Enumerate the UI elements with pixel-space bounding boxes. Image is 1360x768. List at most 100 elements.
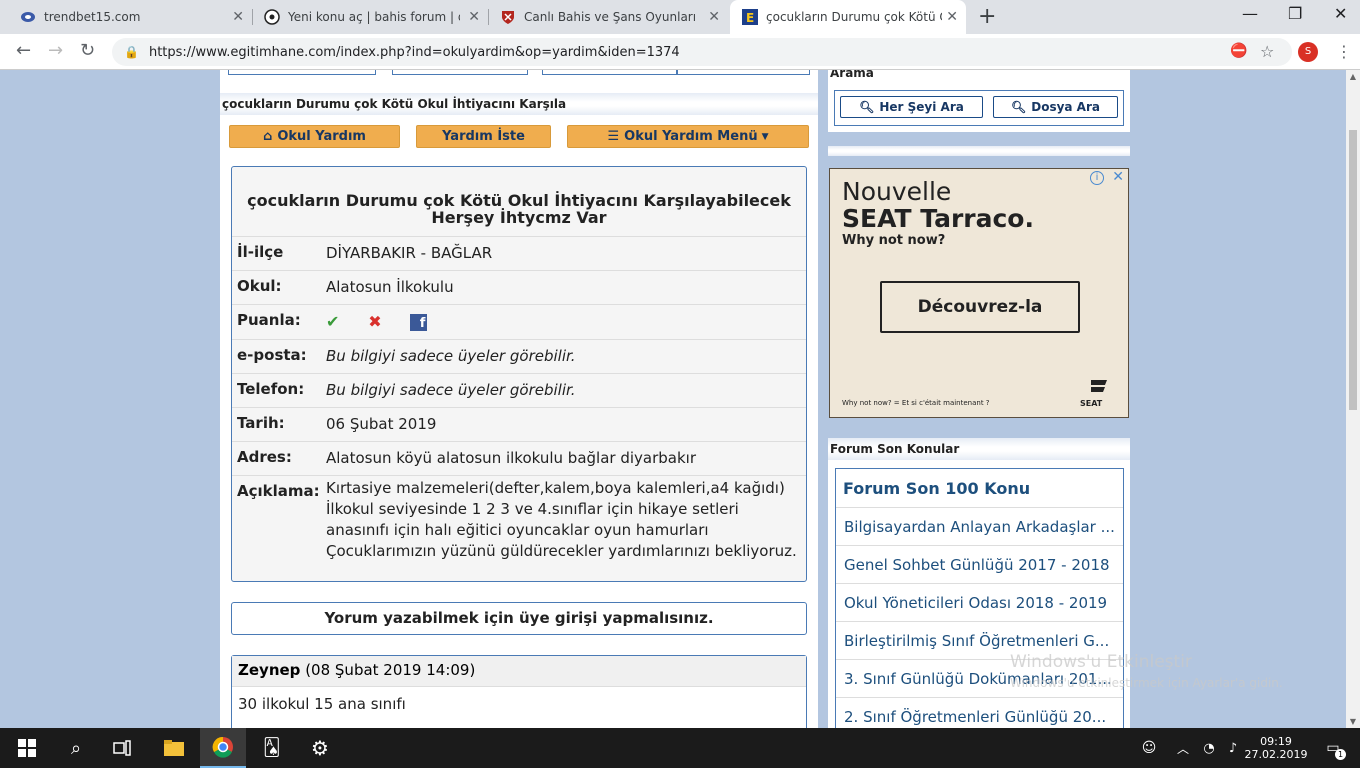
address-bar[interactable]: 🔒 https://www.egitimhane.com/index.php?i… [112,38,1292,66]
egitimhane-favicon-icon: E [742,9,758,25]
request-card: çocukların Durumu çok Kötü Okul İhtiyacı… [231,166,807,582]
watermark-subtitle: Windows'u etkinleştirmek için Ayarlar'a … [1010,676,1283,690]
back-button[interactable]: ← [16,40,31,61]
row-label: Tarih: [237,414,285,432]
restore-button[interactable]: ❐ [1288,4,1302,23]
search-all-button[interactable]: 🔍︎ Her Şeyi Ara [840,96,983,118]
main-column: çocukların Durumu çok Kötü Okul İhtiyacı… [220,70,818,728]
minimize-button[interactable]: — [1242,4,1258,23]
row-value: Kırtasiye malzemeleri(defter,kalem,boya … [326,479,797,560]
comment-header: Zeynep (08 Şubat 2019 14:09) [232,656,806,687]
okul-yardim-button[interactable]: ⌂ Okul Yardım [229,125,400,148]
chevron-up-icon[interactable]: ︿ [1172,728,1194,768]
row-label: e-posta: [237,346,307,364]
tab-strip: trendbet15.com ✕ Yeni konu aç | bahis fo… [0,0,1360,34]
login-notice: Yorum yazabilmek için üye girişi yapmalı… [231,602,807,635]
ad-line2: SEAT Tarraco. [842,204,1034,233]
top-button-stub[interactable] [228,70,376,75]
forward-button[interactable]: → [48,40,63,61]
comment-date: (08 Şubat 2019 14:09) [305,661,476,679]
windows-start-icon[interactable] [8,728,46,768]
search-icon[interactable]: ⌕ [58,728,94,768]
forum-link[interactable]: 2. Sınıf Öğretmenleri Günlüğü 20... [836,697,1123,728]
search-title: Arama [830,70,874,80]
tab-title: trendbet15.com [44,10,141,24]
search-file-button[interactable]: 🔍︎ Dosya Ara [993,96,1118,118]
close-tab-icon[interactable]: ✕ [468,9,480,25]
facebook-icon[interactable]: f [410,314,428,331]
yardim-iste-button[interactable]: Yardım İste [416,125,551,148]
browser-toolbar: ← → ↻ 🔒 https://www.egitimhane.com/index… [0,34,1360,70]
tab-egitimhane[interactable]: E çocukların Durumu çok Kötü Oku ✕ [730,0,966,34]
blocked-popup-icon[interactable]: ⛔ [1230,43,1247,59]
forum-header: Forum Son 100 Konu [843,479,1031,498]
task-view-icon[interactable] [104,728,140,768]
tab-trendbet[interactable]: trendbet15.com ✕ [8,0,252,34]
top-button-stub[interactable] [392,70,528,75]
top-button-stub[interactable] [542,70,678,75]
profile-avatar[interactable]: S [1298,42,1318,62]
network-icon[interactable]: ◔ [1198,728,1220,768]
taskbar: ⌕ 🂡 ⚙ ☺ ︿ ◔ ♪ 09:19 27.02.2019 ▭ 1 [0,728,1360,768]
seat-advertisement[interactable]: i ✕ Nouvelle SEAT Tarraco. Why not now? … [829,168,1129,418]
soccer-ball-icon [264,9,280,25]
close-window-button[interactable]: ✕ [1334,4,1347,23]
volume-icon[interactable]: ♪ [1222,728,1244,768]
forum-link[interactable]: Okul Yöneticileri Odası 2018 - 2019 [836,583,1123,621]
check-icon[interactable]: ✔ [326,312,339,331]
row-label: Açıklama: [237,482,320,500]
scrollbar-thumb[interactable] [1349,130,1357,410]
row-value: Bu bilgiyi sadece üyeler görebilir. [326,381,576,399]
clock[interactable]: 09:19 27.02.2019 [1245,728,1308,768]
row-label: İl-ilçe [237,243,284,261]
info-row: Okul: Alatosun İlkokulu [232,270,806,304]
ad-info-icon[interactable]: i [1090,171,1104,185]
ad-close-icon[interactable]: ✕ [1112,169,1124,185]
row-value: DİYARBAKIR - BAĞLAR [326,244,493,262]
forum-link[interactable]: Bilgisayardan Anlayan Arkadaşlar ... [836,507,1123,545]
new-tab-button[interactable]: + [978,4,996,29]
info-row: Telefon: Bu bilgiyi sadece üyeler görebil… [232,373,806,407]
ad-cta-button[interactable]: Découvrez-la [880,281,1080,333]
row-label: Okul: [237,277,282,295]
section-title: çocukların Durumu çok Kötü Okul İhtiyacı… [220,93,818,115]
cross-icon[interactable]: ✖ [368,312,381,331]
caret-down-icon: ▼ [761,131,769,142]
ad-brand: SEAT [1080,399,1103,408]
forum-link[interactable]: Genel Sohbet Günlüğü 2017 - 2018 [836,545,1123,583]
info-row: Tarih: 06 Şubat 2019 [232,407,806,441]
cards-game-icon[interactable]: 🂡 [250,728,294,768]
row-value: Alatosun İlkokulu [326,278,454,296]
settings-gear-icon[interactable]: ⚙ [298,728,342,768]
notifications-icon[interactable]: ▭ 1 [1318,728,1348,768]
bookmark-star-icon[interactable]: ☆ [1260,42,1274,61]
file-explorer-icon[interactable] [152,728,196,768]
activation-watermark: Windows'u Etkinleştir Windows'u etkinleş… [1010,652,1283,690]
row-value: 06 Şubat 2019 [326,415,437,433]
search-icon: 🔍︎ [1011,100,1027,114]
row-label: Telefon: [237,380,305,398]
svg-text:E: E [746,11,754,25]
close-tab-icon[interactable]: ✕ [232,9,244,25]
comment-card: Zeynep (08 Şubat 2019 14:09) 30 ilkokul … [231,655,807,728]
button-label: Okul Yardım Menü [624,129,758,144]
row-value: Alatosun köyü alatosun ilkokulu bağlar d… [326,449,696,467]
chrome-taskbar-icon[interactable] [200,728,246,768]
tab-canli-bahis[interactable]: Canlı Bahis ve Şans Oyunları sites ✕ [488,0,728,34]
search-panel: Arama 🔍︎ Her Şeyi Ara 🔍︎ Dosya Ara [828,70,1130,132]
info-row: İl-ilçe DİYARBAKIR - BAĞLAR [232,236,806,270]
info-row: Açıklama: Kırtasiye malzemeleri(defter,ka… [232,475,806,566]
button-label: Her Şeyi Ara [879,100,964,114]
close-tab-icon[interactable]: ✕ [708,9,720,25]
tab-bahis-forum[interactable]: Yeni konu aç | bahis forum | dene ✕ [252,0,488,34]
reload-button[interactable]: ↻ [80,40,95,61]
tab-title: Canlı Bahis ve Şans Oyunları sites [524,10,700,24]
people-icon[interactable]: ☺ [1138,728,1160,768]
top-button-stub[interactable] [676,70,810,75]
info-row: Adres: Alatosun köyü alatosun ilkokulu ba… [232,441,806,475]
watermark-title: Windows'u Etkinleştir [1010,652,1192,672]
close-tab-icon[interactable]: ✕ [946,9,958,25]
okul-yardim-menu-button[interactable]: ☰ Okul Yardım Menü ▼ [567,125,809,148]
clock-time: 09:19 [1260,735,1292,748]
menu-kebab-icon[interactable]: ⋮ [1336,42,1352,61]
